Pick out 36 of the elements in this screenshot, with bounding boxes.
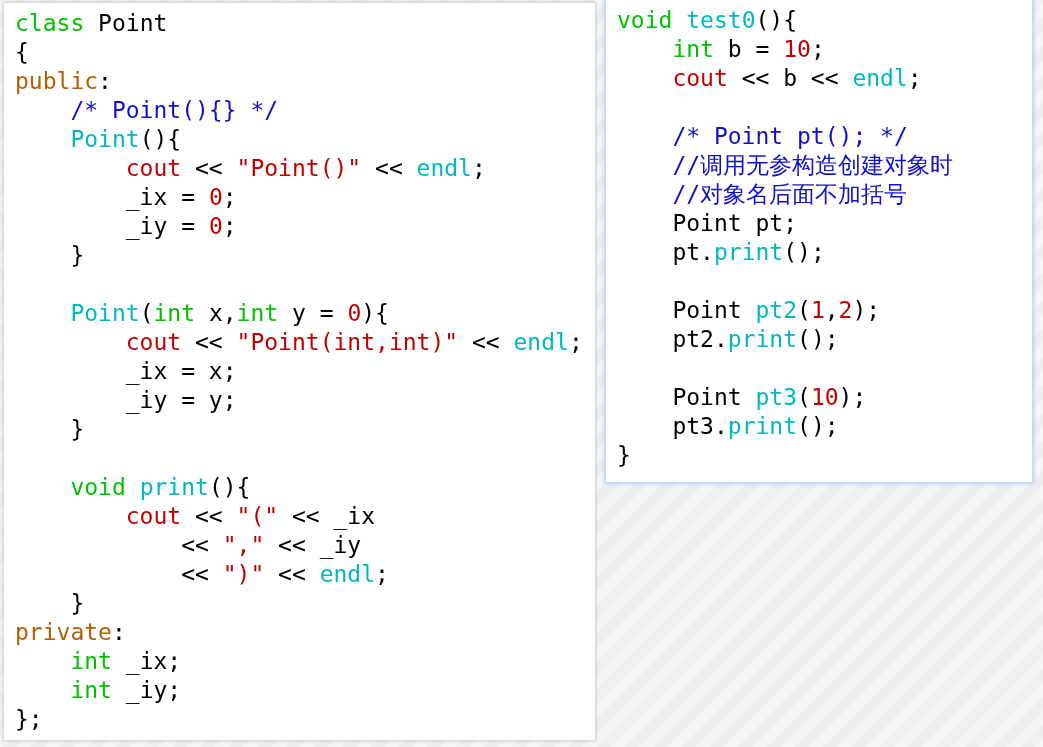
code-line: pt3.print(); — [671, 412, 839, 441]
code-line: void print(){ — [69, 473, 251, 502]
code-line: Point(){ — [69, 125, 182, 154]
code-line: int b = 10; — [671, 35, 825, 64]
code-line: //调用无参构造创建对象时 — [671, 151, 954, 180]
code-line: int _ix; — [69, 647, 182, 676]
code-line: cout << "Point()" << endl; — [124, 154, 486, 183]
code-line: _iy = y; — [124, 386, 237, 415]
code-line: private: — [15, 618, 126, 647]
code-line: } — [69, 241, 85, 270]
code-line: }; — [15, 705, 43, 734]
code-line: pt2.print(); — [671, 325, 839, 354]
code-line: _iy = 0; — [124, 212, 237, 241]
code-line: } — [617, 441, 631, 470]
code-line: cout << "(" << _ix — [124, 502, 376, 531]
code-line: public: — [15, 67, 112, 96]
code-line: /* Point pt(); */ — [671, 122, 908, 151]
code-line: //对象名后面不加括号 — [671, 180, 908, 209]
code-line: Point pt3(10); — [671, 383, 867, 412]
code-line: } — [69, 589, 85, 618]
code-line: << ")" << endl; — [180, 560, 389, 589]
code-line: void test0(){ — [617, 6, 798, 35]
code-line: cout << b << endl; — [671, 64, 922, 93]
code-line: Point pt; — [671, 209, 797, 238]
code-line: int _iy; — [69, 676, 182, 705]
code-line: Point(int x,int y = 0){ — [69, 299, 389, 328]
code-line: cout << "Point(int,int)" << endl; — [124, 328, 583, 357]
code-line: pt.print(); — [671, 238, 825, 267]
code-line: _ix = 0; — [124, 183, 237, 212]
code-line: class Point — [15, 9, 168, 38]
code-line: << "," << _iy — [180, 531, 362, 560]
code-line: Point pt2(1,2); — [671, 296, 881, 325]
code-line: /* Point(){} */ — [69, 96, 279, 125]
code-line: { — [15, 38, 29, 67]
code-line: } — [69, 415, 85, 444]
code-line: _ix = x; — [124, 357, 237, 386]
